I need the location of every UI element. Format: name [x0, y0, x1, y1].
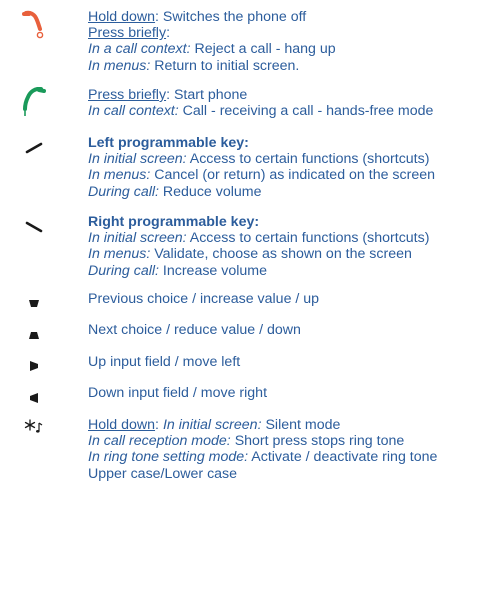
description-line: In menus: Validate, choose as shown on t…	[88, 246, 412, 263]
nav-left-icon	[21, 353, 47, 385]
description-line: In a call context: Reject a call - hang …	[88, 41, 336, 58]
description-line: Next choice / reduce value / down	[88, 322, 301, 338]
nav-right-icon	[21, 385, 47, 417]
star-ringtone-icon	[21, 416, 47, 448]
description-line: During call: Increase volume	[88, 262, 268, 279]
key-description-end: Hold down: Switches the phone off Press …	[88, 9, 474, 74]
description-line: In menus: Cancel (or return) as indicate…	[88, 167, 435, 184]
description-line: Hold down: In initial screen: Silent mod…	[88, 417, 341, 433]
description-line: Up input field / move left	[88, 354, 241, 370]
key-description-right-softkey: Right programmable key: In initial scree…	[88, 214, 474, 279]
description-line: In ring tone setting mode: Activate / de…	[88, 449, 438, 466]
right-softkey-icon	[21, 214, 47, 246]
description-line: In call reception mode: Short press stop…	[88, 433, 405, 450]
description-line: Hold down: Switches the phone off	[88, 9, 307, 25]
description-line: During call: Reduce volume	[88, 183, 262, 200]
key-description-star: Hold down: In initial screen: Silent mod…	[88, 417, 474, 482]
key-description-left-softkey: Left programmable key: In initial screen…	[88, 135, 474, 200]
description-heading: Right programmable key:	[88, 214, 260, 230]
key-description-nav-right: Down input field / move right	[88, 385, 474, 401]
description-line: Down input field / move right	[88, 385, 268, 401]
description-line: In call context: Call - receiving a call…	[88, 103, 434, 120]
description-line: In initial screen: Access to certain fun…	[88, 151, 430, 168]
key-description-nav-down: Next choice / reduce value / down	[88, 322, 474, 338]
description-line: Press briefly: Start phone	[88, 87, 248, 103]
description-heading: Left programmable key:	[88, 135, 249, 151]
left-softkey-icon	[21, 135, 47, 167]
description-line: Press briefly:	[88, 25, 171, 42]
description-line: Previous choice / increase value / up	[88, 291, 320, 307]
description-line: Upper case/Lower case	[88, 465, 238, 482]
key-description-call: Press briefly: Start phone In call conte…	[88, 87, 474, 119]
call-icon	[21, 87, 47, 119]
nav-up-icon	[21, 290, 47, 322]
key-description-nav-left: Up input field / move left	[88, 354, 474, 370]
description-line: In menus: Return to initial screen.	[88, 57, 300, 74]
key-description-nav-up: Previous choice / increase value / up	[88, 291, 474, 307]
nav-down-icon	[21, 322, 47, 354]
end-call-icon	[21, 10, 47, 42]
description-line: In initial screen: Access to certain fun…	[88, 230, 430, 247]
